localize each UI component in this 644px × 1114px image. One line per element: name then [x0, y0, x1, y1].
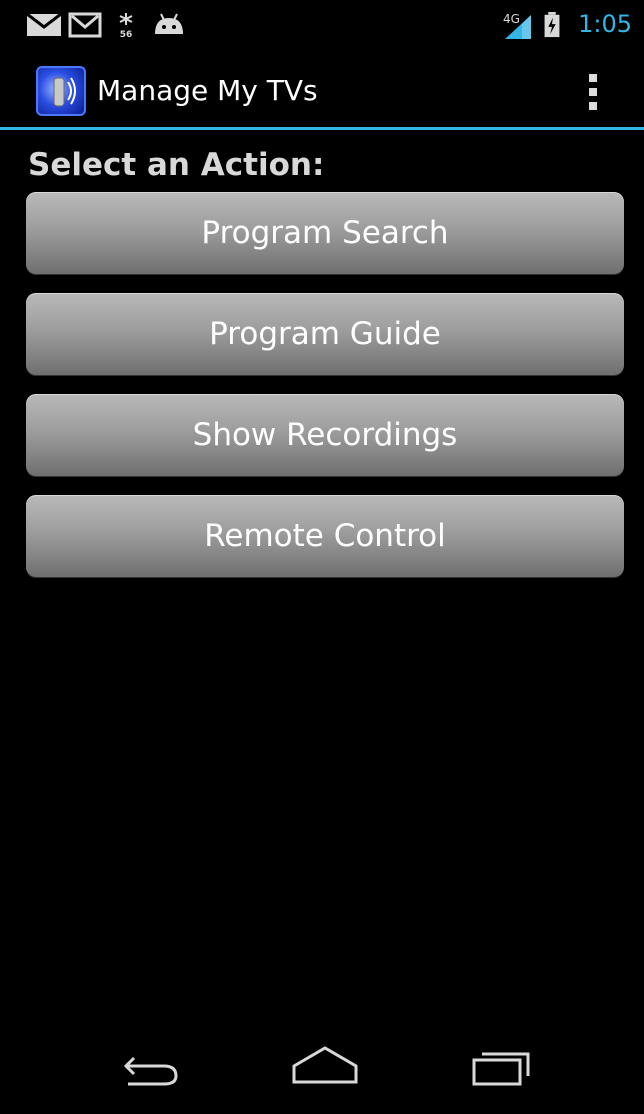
- gmail-m-icon: [68, 12, 102, 38]
- signal-icon: [505, 15, 531, 39]
- weather-icon: 56: [119, 13, 133, 38]
- program-search-button[interactable]: Program Search: [26, 192, 624, 274]
- recent-apps-icon[interactable]: [468, 1036, 538, 1096]
- home-icon[interactable]: [290, 1036, 360, 1096]
- tv-remote-app-icon[interactable]: [36, 66, 86, 116]
- svg-text:56: 56: [120, 30, 133, 38]
- back-icon[interactable]: [118, 1036, 188, 1096]
- overflow-menu-icon[interactable]: [582, 70, 604, 114]
- show-recordings-button[interactable]: Show Recordings: [26, 394, 624, 476]
- clock-time: 1:05: [578, 10, 632, 38]
- program-guide-button[interactable]: Program Guide: [26, 293, 624, 375]
- battery-charging-icon: [544, 12, 560, 38]
- navigation-bar: [0, 1018, 644, 1114]
- remote-signal-graphic: [53, 77, 76, 107]
- action-bar: Manage My TVs: [0, 50, 644, 130]
- status-bar: 56 4G 1:05: [0, 0, 644, 50]
- remote-control-button[interactable]: Remote Control: [26, 495, 624, 577]
- section-title: Select an Action:: [28, 147, 325, 183]
- gmail-envelope-icon: [26, 12, 62, 36]
- app-title: Manage My TVs: [97, 74, 318, 107]
- android-icon: [155, 13, 183, 34]
